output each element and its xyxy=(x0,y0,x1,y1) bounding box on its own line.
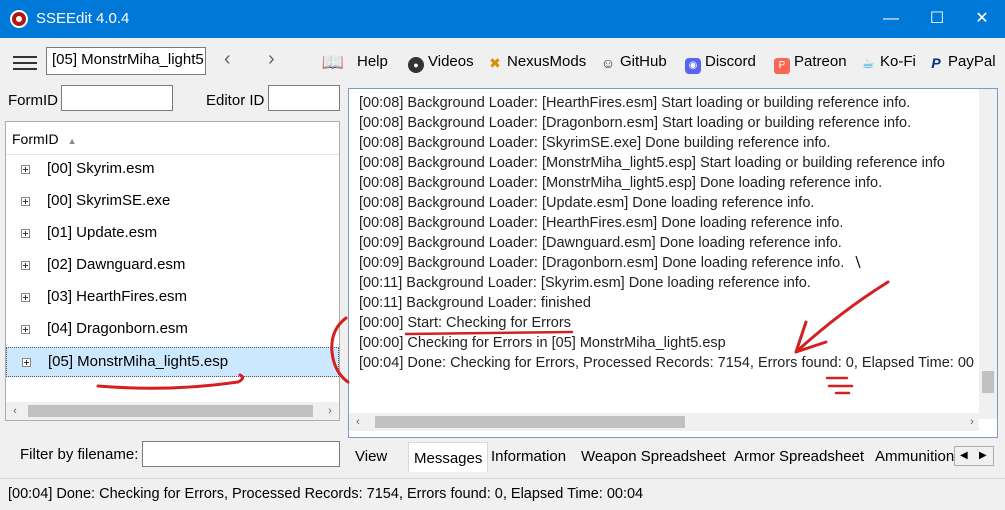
message-line: [00:08] Background Loader: [HearthFires.… xyxy=(359,95,911,111)
tree-item[interactable]: [00] SkyrimSE.exe xyxy=(6,187,339,217)
maximize-button[interactable]: ☐ xyxy=(914,0,960,38)
app-icon xyxy=(10,10,28,28)
videos-icon: ● xyxy=(408,57,424,73)
github-icon: ☺ xyxy=(600,55,616,71)
tree-item-label: [00] Skyrim.esm xyxy=(47,160,155,177)
tab-messages[interactable]: Messages xyxy=(408,442,489,472)
window-title: SSEEdit 4.0.4 xyxy=(36,10,130,27)
expand-plus-icon[interactable] xyxy=(21,165,30,174)
scroll-right-icon[interactable]: › xyxy=(321,402,339,420)
expand-plus-icon[interactable] xyxy=(21,325,30,334)
left-panel: FormID Editor ID FormID ▲ [00] Skyrim.es… xyxy=(0,85,343,474)
message-line: [00:04] Done: Checking for Errors, Proce… xyxy=(359,355,974,371)
message-line: [00:08] Background Loader: [MonstrMiha_l… xyxy=(359,155,945,171)
filter-label: Filter by filename: xyxy=(20,446,139,463)
editorid-label: Editor ID xyxy=(206,92,265,109)
close-button[interactable]: ✕ xyxy=(959,0,1005,38)
patreon-button[interactable]: P Patreon xyxy=(774,53,847,74)
tree-item[interactable]: [04] Dragonborn.esm xyxy=(6,315,339,345)
expand-plus-icon[interactable] xyxy=(21,293,30,302)
message-line: [00:09] Background Loader: [Dawnguard.es… xyxy=(359,235,842,251)
status-bar: [00:04] Done: Checking for Errors, Proce… xyxy=(0,478,1005,510)
tree-item-label: [01] Update.esm xyxy=(47,224,158,241)
tab-scroll-right-icon[interactable]: ▶ xyxy=(979,450,987,461)
tree-item[interactable]: [00] Skyrim.esm xyxy=(6,155,339,185)
message-line: [00:08] Background Loader: [MonstrMiha_l… xyxy=(359,175,883,191)
patreon-icon: P xyxy=(774,58,790,74)
sort-asc-icon: ▲ xyxy=(67,136,77,146)
tree-item-label: [02] Dawnguard.esm xyxy=(47,256,186,273)
scroll-left-icon[interactable]: ‹ xyxy=(349,413,367,431)
tree-item-label: [00] SkyrimSE.exe xyxy=(47,192,171,209)
expand-plus-icon[interactable] xyxy=(21,197,30,206)
tab-information[interactable]: Information xyxy=(486,444,571,470)
kofi-icon: ☕ xyxy=(861,55,875,71)
tree-item-label: [03] HearthFires.esm xyxy=(47,288,188,305)
nexusmods-icon: ✖ xyxy=(489,55,501,71)
tab-scroll-buttons[interactable]: ◀ ▶ xyxy=(954,446,994,466)
message-line: [00:00] Start: Checking for Errors xyxy=(359,315,571,331)
tree-horizontal-scrollbar[interactable]: ‹ › xyxy=(6,402,339,420)
discord-icon: ◉ xyxy=(685,58,701,74)
paypal-icon: P xyxy=(931,55,941,71)
filter-input[interactable] xyxy=(142,441,340,467)
kofi-button[interactable]: ☕ Ko-Fi xyxy=(860,53,916,71)
message-line: [00:08] Background Loader: [Dragonborn.e… xyxy=(359,115,912,131)
formid-input[interactable] xyxy=(61,85,173,111)
tab-scroll-left-icon[interactable]: ◀ xyxy=(960,450,968,461)
messages-panel: [00:08] Background Loader: [HearthFires.… xyxy=(348,88,998,438)
message-line: [00:08] Background Loader: [Update.esm] … xyxy=(359,195,815,211)
expand-plus-icon[interactable] xyxy=(21,229,30,238)
message-line: [00:08] Background Loader: [SkyrimSE.exe… xyxy=(359,135,831,151)
nexusmods-button[interactable]: ✖ NexusMods xyxy=(487,53,586,71)
tree-item-label: [04] Dragonborn.esm xyxy=(47,320,188,337)
expand-plus-icon[interactable] xyxy=(21,261,30,270)
menu-icon[interactable] xyxy=(13,56,37,70)
minimize-button[interactable]: — xyxy=(868,0,914,38)
scroll-thumb[interactable] xyxy=(375,416,685,428)
discord-button[interactable]: ◉ Discord xyxy=(685,53,756,74)
tree-item-label: [05] MonstrMiha_light5.esp xyxy=(48,353,229,370)
message-line: [00:11] Background Loader: [Skyrim.esm] … xyxy=(359,275,811,291)
formid-label: FormID xyxy=(8,92,58,109)
back-button[interactable]: ‹ xyxy=(224,48,231,71)
title-bar: SSEEdit 4.0.4 — ☐ ✕ xyxy=(0,0,1005,38)
tree-item[interactable]: [02] Dawnguard.esm xyxy=(6,251,339,281)
expand-plus-icon[interactable] xyxy=(22,358,31,367)
editorid-input[interactable] xyxy=(268,85,340,111)
book-icon: 📖 xyxy=(321,52,345,72)
vscroll-thumb[interactable] xyxy=(982,371,994,393)
tab-view[interactable]: View xyxy=(350,444,392,470)
message-line: [00:11] Background Loader: finished xyxy=(359,295,591,311)
videos-button[interactable]: ● Videos xyxy=(408,53,474,73)
tree-header-formid[interactable]: FormID ▲ xyxy=(6,122,339,155)
plugin-selector[interactable]: [05] MonstrMiha_light5 xyxy=(46,47,206,75)
messages-vertical-scrollbar[interactable] xyxy=(979,89,997,419)
message-line: [00:09] Background Loader: [Dragonborn.e… xyxy=(359,255,845,271)
forward-button[interactable]: › xyxy=(268,48,275,71)
tree-item[interactable]: [05] MonstrMiha_light5.esp xyxy=(6,347,339,377)
tab-weapon-spreadsheet[interactable]: Weapon Spreadsheet xyxy=(576,444,731,470)
bottom-tabs: View Messages Information Weapon Spreads… xyxy=(348,442,1002,472)
message-line: [00:08] Background Loader: [HearthFires.… xyxy=(359,215,844,231)
help-button[interactable]: 📖 Help xyxy=(313,52,388,72)
plugin-tree: FormID ▲ [00] Skyrim.esm [00] SkyrimSE.ex… xyxy=(5,121,340,421)
tree-item[interactable]: [01] Update.esm xyxy=(6,219,339,249)
tab-armor-spreadsheet[interactable]: Armor Spreadsheet xyxy=(729,444,869,470)
tree-item[interactable]: [03] HearthFires.esm xyxy=(6,283,339,313)
messages-horizontal-scrollbar[interactable]: ‹ › xyxy=(349,413,979,431)
scroll-thumb[interactable] xyxy=(28,405,313,417)
github-button[interactable]: ☺ GitHub xyxy=(600,53,667,71)
toolbar: [05] MonstrMiha_light5 ‹ › 📖 Help ● Videos… xyxy=(0,38,1005,88)
scroll-right-icon[interactable]: › xyxy=(963,413,981,431)
tab-ammunition[interactable]: Ammunition xyxy=(870,444,960,470)
message-line: [00:00] Checking for Errors in [05] Mons… xyxy=(359,335,726,351)
paypal-button[interactable]: P PayPal xyxy=(928,53,995,71)
scroll-left-icon[interactable]: ‹ xyxy=(6,402,24,420)
